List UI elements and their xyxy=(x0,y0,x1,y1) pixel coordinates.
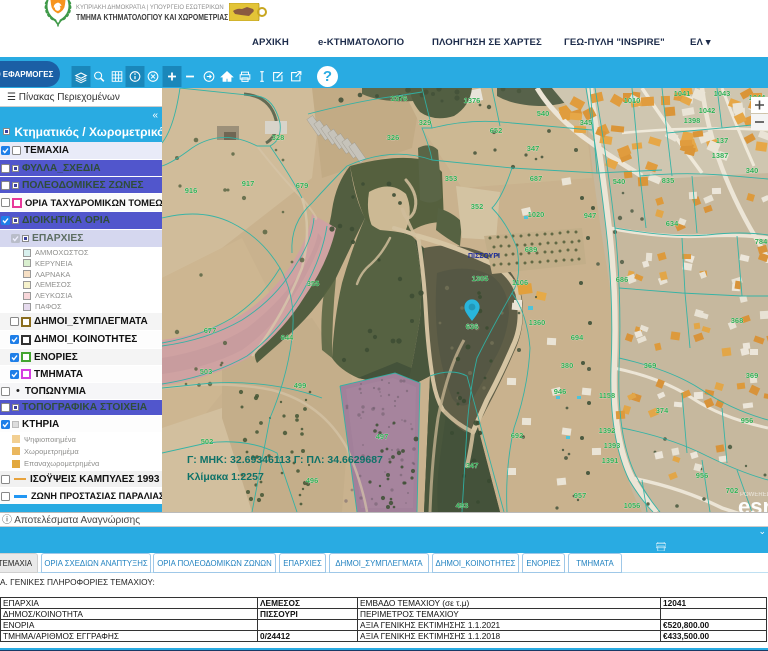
svg-text:497: 497 xyxy=(376,432,389,441)
svg-text:ΠΙΣΣΟΥΡΙ: ΠΙΣΣΟΥΡΙ xyxy=(468,253,500,260)
svg-text:916: 916 xyxy=(185,186,198,195)
svg-text:347: 347 xyxy=(527,144,540,153)
svg-text:694: 694 xyxy=(571,333,584,342)
svg-text:1393: 1393 xyxy=(604,441,621,450)
svg-text:540: 540 xyxy=(537,109,550,118)
svg-text:1106: 1106 xyxy=(512,278,528,287)
svg-text:1020: 1020 xyxy=(528,210,545,219)
svg-text:679: 679 xyxy=(296,181,309,190)
svg-text:636: 636 xyxy=(466,322,479,331)
svg-text:1056: 1056 xyxy=(624,501,641,510)
svg-text:835: 835 xyxy=(662,176,675,185)
svg-text:1387: 1387 xyxy=(712,151,729,160)
svg-text:946: 946 xyxy=(554,387,567,396)
svg-text:1042: 1042 xyxy=(699,106,716,115)
svg-text:329: 329 xyxy=(419,118,432,127)
svg-text:Γ: ΜΗΚ: 32.69346113 Γ: ΠΛ: 34.: Γ: ΜΗΚ: 32.69346113 Γ: ΠΛ: 34.6629687 xyxy=(187,454,383,466)
svg-text:784: 784 xyxy=(755,237,768,246)
svg-text:1392: 1392 xyxy=(599,426,616,435)
svg-text:352: 352 xyxy=(471,202,484,211)
svg-text:1041: 1041 xyxy=(674,89,691,98)
svg-text:956: 956 xyxy=(741,416,754,425)
svg-text:1305: 1305 xyxy=(472,274,489,283)
svg-text:368: 368 xyxy=(731,316,744,325)
svg-text:1010: 1010 xyxy=(624,96,641,105)
svg-text:326: 326 xyxy=(387,133,400,142)
svg-text:689: 689 xyxy=(525,245,538,254)
svg-text:917: 917 xyxy=(242,179,255,188)
svg-text:esri: esri xyxy=(738,494,768,512)
svg-text:340: 340 xyxy=(746,166,759,175)
svg-text:3376: 3376 xyxy=(391,94,408,103)
svg-text:328: 328 xyxy=(272,133,285,142)
svg-text:677: 677 xyxy=(204,326,217,335)
svg-text:355: 355 xyxy=(307,279,320,288)
svg-text:353: 353 xyxy=(445,174,458,183)
svg-text:Κλίμακα 1:2257: Κλίμακα 1:2257 xyxy=(187,471,264,483)
svg-text:369: 369 xyxy=(746,371,759,380)
svg-text:644: 644 xyxy=(281,333,294,342)
svg-text:947: 947 xyxy=(584,211,597,220)
svg-text:347: 347 xyxy=(466,461,479,470)
svg-text:686: 686 xyxy=(616,275,629,284)
svg-text:1158: 1158 xyxy=(599,391,615,400)
svg-text:503: 503 xyxy=(200,367,213,376)
svg-text:493: 493 xyxy=(456,501,469,510)
svg-text:1376: 1376 xyxy=(464,96,481,105)
svg-text:957: 957 xyxy=(574,491,587,500)
svg-text:499: 499 xyxy=(294,381,307,390)
svg-text:137: 137 xyxy=(716,136,729,145)
svg-text:1360: 1360 xyxy=(529,318,546,327)
svg-text:380: 380 xyxy=(561,361,574,370)
svg-text:1043: 1043 xyxy=(714,89,731,98)
svg-text:687: 687 xyxy=(530,174,543,183)
svg-text:956: 956 xyxy=(696,471,709,480)
svg-text:1391: 1391 xyxy=(602,456,619,465)
svg-text:692: 692 xyxy=(511,431,524,440)
svg-text:496: 496 xyxy=(306,476,319,485)
svg-text:634: 634 xyxy=(666,219,679,228)
svg-text:374: 374 xyxy=(656,406,669,415)
svg-text:702: 702 xyxy=(726,486,739,495)
svg-text:502: 502 xyxy=(201,437,214,446)
svg-text:1398: 1398 xyxy=(684,116,701,125)
svg-text:540: 540 xyxy=(613,177,626,186)
svg-text:369: 369 xyxy=(644,361,657,370)
svg-text:345: 345 xyxy=(580,118,593,127)
svg-text:652: 652 xyxy=(490,126,503,135)
